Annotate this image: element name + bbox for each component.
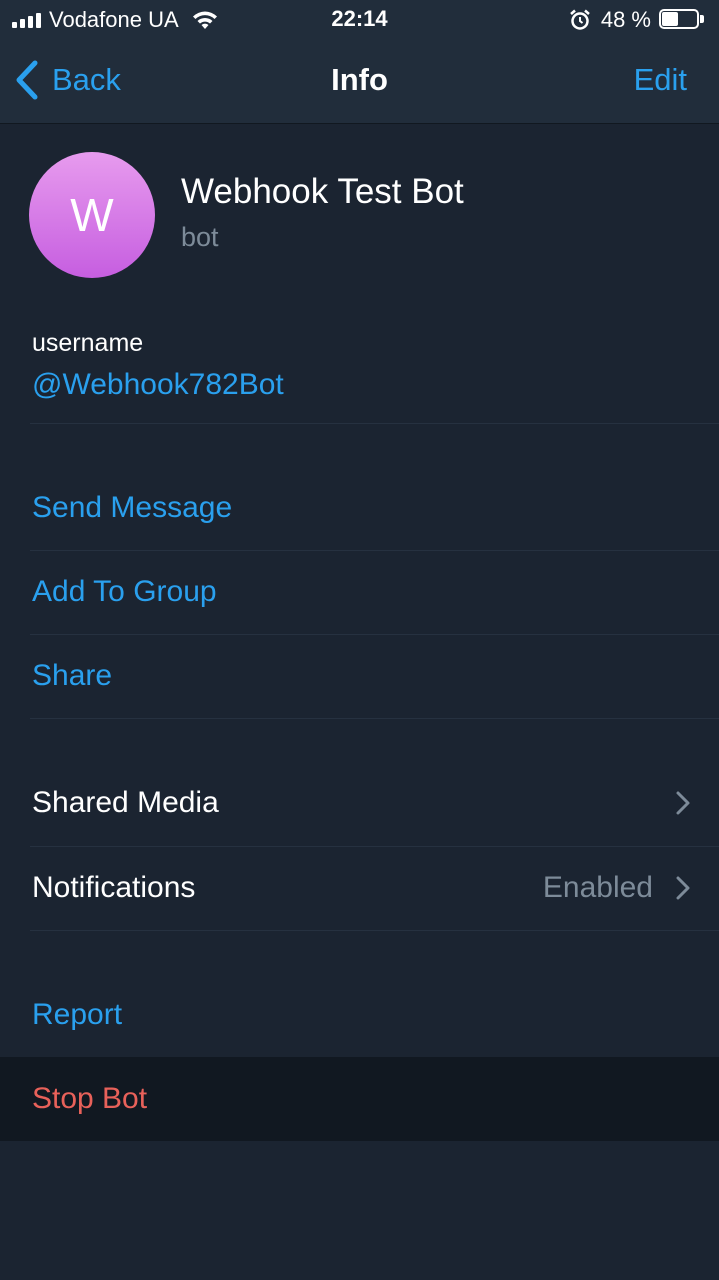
- share-label: Share: [32, 659, 113, 692]
- add-to-group-row[interactable]: Add To Group: [0, 550, 719, 634]
- divider: [30, 718, 719, 719]
- status-right: 48 %: [569, 6, 705, 34]
- shared-media-label: Shared Media: [32, 786, 219, 819]
- battery-icon: [659, 9, 705, 31]
- alarm-icon: [570, 9, 590, 30]
- edit-button[interactable]: Edit: [634, 40, 687, 120]
- send-message-row[interactable]: Send Message: [0, 466, 719, 550]
- avatar[interactable]: W: [29, 152, 155, 278]
- divider: [30, 930, 719, 931]
- report-row[interactable]: Report: [0, 973, 719, 1057]
- notifications-label: Notifications: [32, 871, 196, 904]
- divider: [30, 423, 719, 424]
- navigation-bar: Back Info Edit: [0, 40, 719, 124]
- add-to-group-label: Add To Group: [32, 575, 217, 608]
- status-bar: Vodafone UA 22:14 48 %: [0, 0, 719, 40]
- back-button[interactable]: Back: [14, 58, 121, 102]
- chevron-left-icon: [16, 60, 38, 100]
- chevron-right-icon: [676, 876, 690, 900]
- notifications-row[interactable]: Notifications Enabled: [0, 846, 719, 930]
- report-label: Report: [32, 998, 123, 1031]
- shared-media-row[interactable]: Shared Media: [0, 761, 719, 845]
- back-label: Back: [52, 62, 121, 97]
- username-link[interactable]: @Webhook782Bot: [32, 368, 284, 402]
- chevron-right-icon: [676, 791, 690, 815]
- notifications-value: Enabled: [542, 871, 653, 904]
- avatar-initial: W: [70, 189, 114, 241]
- profile-subtitle: bot: [181, 222, 219, 252]
- profile-name: Webhook Test Bot: [181, 172, 464, 211]
- share-row[interactable]: Share: [0, 634, 719, 718]
- username-label: username: [32, 329, 144, 357]
- battery-percent: 48 %: [600, 7, 651, 32]
- stop-bot-label: Stop Bot: [32, 1082, 148, 1115]
- send-message-label: Send Message: [32, 491, 233, 524]
- stop-bot-row[interactable]: Stop Bot: [0, 1057, 719, 1141]
